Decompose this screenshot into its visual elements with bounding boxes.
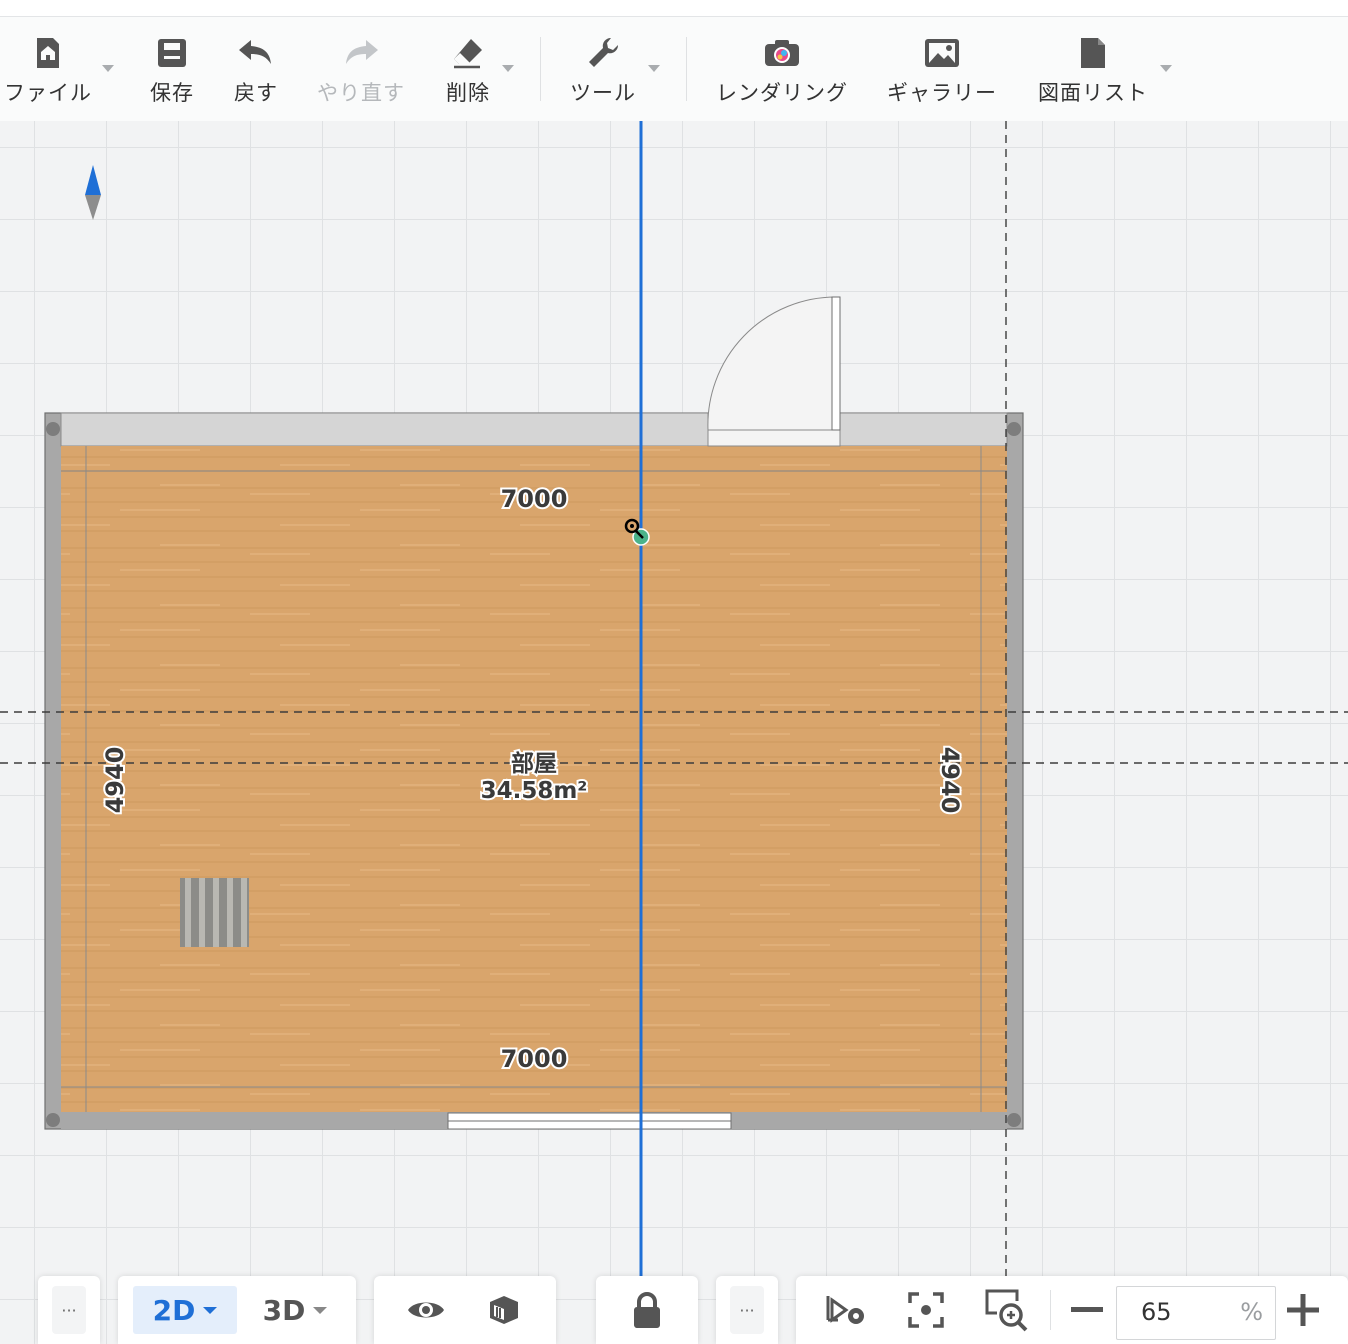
bottom-toolbar: ··· 2D 3D ··· 65 %: [0, 1276, 1348, 1344]
display-panel: [374, 1276, 556, 1344]
compass-icon[interactable]: [85, 165, 101, 220]
cube-icon: [490, 1296, 518, 1324]
more-options-button[interactable]: ···: [52, 1286, 86, 1334]
top-dimension-label: 7000: [501, 485, 568, 513]
toolbar-separator: [540, 37, 541, 101]
zoom-value: 65: [1141, 1298, 1172, 1326]
gallery-button[interactable]: ギャラリー: [882, 17, 1002, 121]
more-dots-label: ···: [61, 1300, 77, 1320]
tools-dropdown-caret-icon[interactable]: [648, 65, 660, 72]
left-dimension-label: 4940: [101, 747, 129, 814]
save-icon: [152, 31, 192, 75]
window[interactable]: [447, 1112, 732, 1130]
camera-icon: [762, 31, 802, 75]
minus-icon: [1071, 1307, 1103, 1312]
toolbar-separator: [686, 37, 687, 101]
undo-label: 戻す: [234, 81, 278, 105]
top-strip: [0, 0, 1348, 17]
tools-label: ツール: [570, 81, 636, 105]
zoom-panel: 65 %: [796, 1276, 1348, 1344]
fit-view-button[interactable]: [900, 1286, 952, 1334]
gallery-label: ギャラリー: [887, 81, 997, 105]
zoom-separator: [1050, 1290, 1051, 1330]
home-file-icon: [28, 31, 68, 75]
visibility-button[interactable]: [402, 1286, 450, 1334]
delete-button[interactable]: 削除: [436, 17, 500, 121]
mode-3d-button[interactable]: 3D: [250, 1286, 340, 1334]
chevron-down-icon: [203, 1306, 218, 1314]
floor-plan-canvas[interactable]: 7000 7000 4940 4940 部屋 34.58m²: [0, 121, 1348, 1344]
bottom-dimension-label: 7000: [501, 1045, 568, 1073]
gallery-icon: [922, 31, 962, 75]
save-label: 保存: [150, 81, 194, 105]
view-settings-button[interactable]: [820, 1286, 872, 1334]
main-toolbar: ファイル 保存 戻す やり直す 削除 ツール レンダリング ギャラリー 図面リス…: [0, 17, 1348, 121]
mid-more-panel: ···: [716, 1276, 778, 1344]
rendering-button[interactable]: レンダリング: [712, 17, 852, 121]
undo-button[interactable]: 戻す: [224, 17, 288, 121]
zoom-area-icon: [985, 1289, 1028, 1332]
object-view-button[interactable]: [480, 1286, 528, 1334]
save-button[interactable]: 保存: [140, 17, 204, 121]
zoom-in-button[interactable]: [1280, 1286, 1326, 1334]
view-settings-icon: [826, 1296, 864, 1324]
undo-icon: [236, 31, 276, 75]
rug-furniture[interactable]: [180, 878, 249, 947]
lock-button[interactable]: [623, 1286, 671, 1334]
redo-button[interactable]: やり直す: [310, 17, 412, 121]
zoom-input[interactable]: 65 %: [1116, 1286, 1276, 1340]
delete-label: 削除: [446, 81, 490, 105]
more-options-button-2[interactable]: ···: [730, 1286, 764, 1334]
redo-label: やり直す: [317, 81, 405, 105]
mode-2d-label: 2D: [152, 1293, 196, 1327]
redo-icon: [341, 31, 381, 75]
floor-plan-drawing: 7000 7000 4940 4940 部屋 34.58m²: [0, 121, 1348, 1280]
focus-icon: [908, 1292, 944, 1328]
file-menu-button[interactable]: ファイル: [0, 17, 96, 121]
zoom-out-button[interactable]: [1064, 1286, 1110, 1334]
delete-dropdown-caret-icon[interactable]: [502, 65, 514, 72]
drawing-list-dropdown-caret-icon[interactable]: [1160, 65, 1172, 72]
file-dropdown-caret-icon[interactable]: [102, 65, 114, 72]
more-dots-label: ···: [739, 1300, 755, 1320]
rendering-label: レンダリング: [716, 81, 848, 105]
document-icon: [1073, 31, 1113, 75]
zoom-area-button[interactable]: [980, 1286, 1032, 1334]
eye-icon: [408, 1302, 444, 1318]
wrench-icon: [583, 31, 623, 75]
drawing-list-button[interactable]: 図面リスト: [1032, 17, 1154, 121]
tools-button[interactable]: ツール: [566, 17, 640, 121]
mode-2d-button[interactable]: 2D: [133, 1286, 237, 1334]
eraser-icon: [448, 31, 488, 75]
left-more-panel: ···: [38, 1276, 100, 1344]
drawing-list-label: 図面リスト: [1038, 81, 1148, 105]
plus-icon: [1287, 1294, 1319, 1326]
room-area-label: 34.58m²: [481, 778, 588, 804]
lock-icon: [634, 1292, 660, 1328]
mode-3d-label: 3D: [262, 1293, 306, 1327]
zoom-unit: %: [1240, 1298, 1263, 1326]
right-dimension-label: 4940: [936, 747, 964, 814]
door[interactable]: [707, 296, 841, 447]
file-menu-label: ファイル: [4, 81, 92, 105]
room-name-label[interactable]: 部屋: [509, 748, 559, 779]
chevron-down-icon: [313, 1306, 328, 1314]
view-mode-panel: 2D 3D: [118, 1276, 356, 1344]
lock-panel: [596, 1276, 698, 1344]
